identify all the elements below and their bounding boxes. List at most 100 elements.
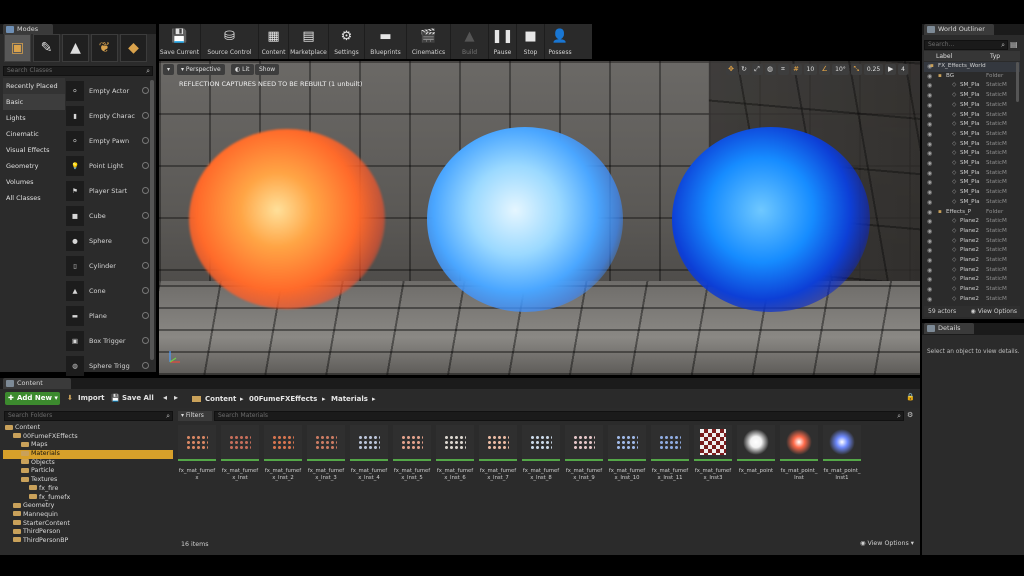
eye-icon[interactable]: ◉: [927, 91, 932, 101]
modes-scrollbar[interactable]: [150, 80, 154, 360]
actor-item[interactable]: ■ Cube: [66, 203, 152, 228]
breadcrumb-fumefx[interactable]: 00FumeFXEffects: [249, 395, 317, 403]
save-current-button[interactable]: 💾 Save Current: [159, 24, 201, 59]
viewport-menu-button[interactable]: ▾: [163, 64, 175, 75]
outliner-row[interactable]: ◉ ◇ Plane2 StaticM: [924, 227, 1020, 237]
build-button[interactable]: ▲ Build: [451, 24, 489, 59]
eye-icon[interactable]: ◉: [927, 81, 932, 91]
asset-item[interactable]: fx_mat_fumefx_Inst: [221, 425, 259, 482]
foliage-mode-icon[interactable]: ❦: [91, 34, 118, 62]
folder-tree-item[interactable]: fx_fire: [3, 485, 173, 494]
outliner-row[interactable]: ◉ ◇ Plane2 StaticM: [924, 285, 1020, 295]
lit-button[interactable]: ◐ Lit: [231, 64, 254, 75]
actor-item[interactable]: ● Sphere: [66, 228, 152, 253]
eye-icon[interactable]: ◉: [927, 149, 932, 159]
outliner-view-options[interactable]: ◉ View Options: [971, 306, 1017, 317]
grid-snap-icon[interactable]: #: [790, 64, 802, 75]
folder-tree-item[interactable]: Maps: [3, 441, 173, 450]
search-materials-input[interactable]: Search Materials ⌕: [214, 411, 904, 421]
outliner-row[interactable]: ◉ ◇ SM_Pla StaticM: [924, 198, 1020, 208]
show-button[interactable]: Show: [255, 64, 280, 75]
geometry-mode-icon[interactable]: ◆: [120, 34, 147, 62]
eye-icon[interactable]: ◉: [927, 140, 932, 150]
asset-item[interactable]: fx_mat_fumefx_Inst3: [694, 425, 732, 482]
actor-item[interactable]: 💡 Point Light: [66, 153, 152, 178]
eye-icon[interactable]: ◉: [927, 295, 932, 305]
asset-item[interactable]: fx_mat_fumefx_Inst_7: [479, 425, 517, 482]
filters-button[interactable]: ▾ Filters: [178, 411, 212, 421]
outliner-row[interactable]: ◉ ◇ Plane2 StaticM: [924, 246, 1020, 256]
actor-item[interactable]: ▲ Cone: [66, 278, 152, 303]
category-volumes[interactable]: Volumes: [3, 174, 65, 190]
import-button[interactable]: ⬇ Import: [66, 392, 105, 405]
eye-icon[interactable]: ◉: [927, 227, 932, 237]
asset-item[interactable]: fx_mat_fumefx_Inst_8: [522, 425, 560, 482]
label-column-header[interactable]: Label: [936, 53, 952, 60]
world-icon[interactable]: ◍: [764, 64, 776, 75]
content-browser-tab[interactable]: Content Browser: [3, 378, 71, 398]
rotate-icon[interactable]: ↻: [738, 64, 750, 75]
outliner-row[interactable]: ◉ ▪ Effects_P Folder: [924, 208, 1020, 218]
folder-tree-item[interactable]: Geometry: [3, 502, 173, 511]
outliner-row[interactable]: ◉ ◇ SM_Pla StaticM: [924, 159, 1020, 169]
stop-button[interactable]: ■ Stop: [517, 24, 545, 59]
category-geometry[interactable]: Geometry: [3, 158, 65, 174]
outliner-row[interactable]: ◉ ◇ Plane2 StaticM: [924, 295, 1020, 305]
source-control-button[interactable]: ⛁ Source Control: [201, 24, 259, 59]
eye-icon[interactable]: ◉: [927, 198, 932, 208]
surface-snap-icon[interactable]: ⌗: [777, 64, 789, 75]
outliner-row[interactable]: ◉ ◇ Plane2 StaticM: [924, 256, 1020, 266]
outliner-row[interactable]: ◉ ◇ Plane2 StaticM: [924, 275, 1020, 285]
actor-item[interactable]: ⚑ Player Start: [66, 178, 152, 203]
breadcrumb-materials[interactable]: Materials: [331, 395, 368, 403]
possess-button[interactable]: 👤 Possess: [545, 24, 575, 59]
type-column-header[interactable]: Typ: [990, 53, 1000, 60]
outliner-row[interactable]: ◉ ◇ Plane2 StaticM: [924, 217, 1020, 227]
filter-settings-icon[interactable]: ⚙: [907, 411, 913, 419]
outliner-row[interactable]: ◉ ▪ FX_Effects_World: [924, 62, 1020, 72]
category-visual-effects[interactable]: Visual Effects: [3, 142, 65, 158]
lock-icon[interactable]: 🔒: [906, 393, 915, 401]
folder-tree-item[interactable]: 00FumeFXEffects: [3, 433, 173, 442]
grid-snap-value[interactable]: 10: [803, 64, 818, 75]
blue-fire-effect[interactable]: [672, 127, 870, 312]
search-classes-input[interactable]: Search Classes ⌕: [3, 66, 153, 76]
actor-item[interactable]: ⚪ Empty Pawn: [66, 128, 152, 153]
folder-tree-item[interactable]: ThirdPersonBP: [3, 537, 173, 546]
asset-item[interactable]: fx_mat_fumefx_Inst_11: [651, 425, 689, 482]
outliner-row[interactable]: ◉ ◇ Plane2 StaticM: [924, 266, 1020, 276]
asset-item[interactable]: fx_mat_point_Inst: [780, 425, 818, 482]
outliner-row[interactable]: ◉ ◇ SM_Pla StaticM: [924, 111, 1020, 121]
outliner-row[interactable]: ◉ ◇ SM_Pla StaticM: [924, 130, 1020, 140]
actor-item[interactable]: ▬ Plane: [66, 303, 152, 328]
outliner-row[interactable]: ◉ ◇ SM_Pla StaticM: [924, 91, 1020, 101]
eye-icon[interactable]: ◉: [927, 266, 932, 276]
actor-item[interactable]: ▯ Cylinder: [66, 253, 152, 278]
history-forward-icon[interactable]: ▸: [174, 393, 178, 402]
eye-icon[interactable]: ◉: [927, 159, 932, 169]
outliner-row[interactable]: ◉ ◇ SM_Pla StaticM: [924, 169, 1020, 179]
asset-item[interactable]: fx_mat_fumefx_Inst_5: [393, 425, 431, 482]
folder-tree-item[interactable]: ThirdPerson: [3, 528, 173, 537]
history-back-icon[interactable]: ◂: [163, 393, 167, 402]
content-view-options[interactable]: ◉ View Options ▾: [860, 540, 914, 547]
outliner-row[interactable]: ◉ ◇ SM_Pla StaticM: [924, 120, 1020, 130]
eye-icon[interactable]: ◉: [927, 217, 932, 227]
outliner-row[interactable]: ◉ ◇ SM_Pla StaticM: [924, 188, 1020, 198]
scale-snap-icon[interactable]: ⤡: [850, 64, 862, 75]
folder-tree-item[interactable]: Materials: [3, 450, 173, 459]
eye-icon[interactable]: ◉: [927, 72, 932, 82]
rotation-snap-icon[interactable]: ∠: [819, 64, 831, 75]
content-button[interactable]: ▦ Content: [259, 24, 289, 59]
eye-icon[interactable]: ◉: [927, 237, 932, 247]
rotation-snap-value[interactable]: 10°: [832, 64, 849, 75]
outliner-row[interactable]: ◉ ◇ SM_Pla StaticM: [924, 81, 1020, 91]
folder-tree-item[interactable]: Objects: [3, 459, 173, 468]
folder-tree-item[interactable]: StarterContent: [3, 520, 173, 529]
scale-icon[interactable]: ⤢: [751, 64, 763, 75]
add-new-button[interactable]: ✚ Add New ▾: [5, 392, 60, 405]
folder-tree-item[interactable]: fx_fumefx: [3, 494, 173, 503]
outliner-scrollbar[interactable]: [1016, 62, 1019, 102]
outliner-row[interactable]: ◉ ◇ SM_Pla StaticM: [924, 149, 1020, 159]
category-recently-placed[interactable]: Recently Placed: [3, 78, 65, 94]
